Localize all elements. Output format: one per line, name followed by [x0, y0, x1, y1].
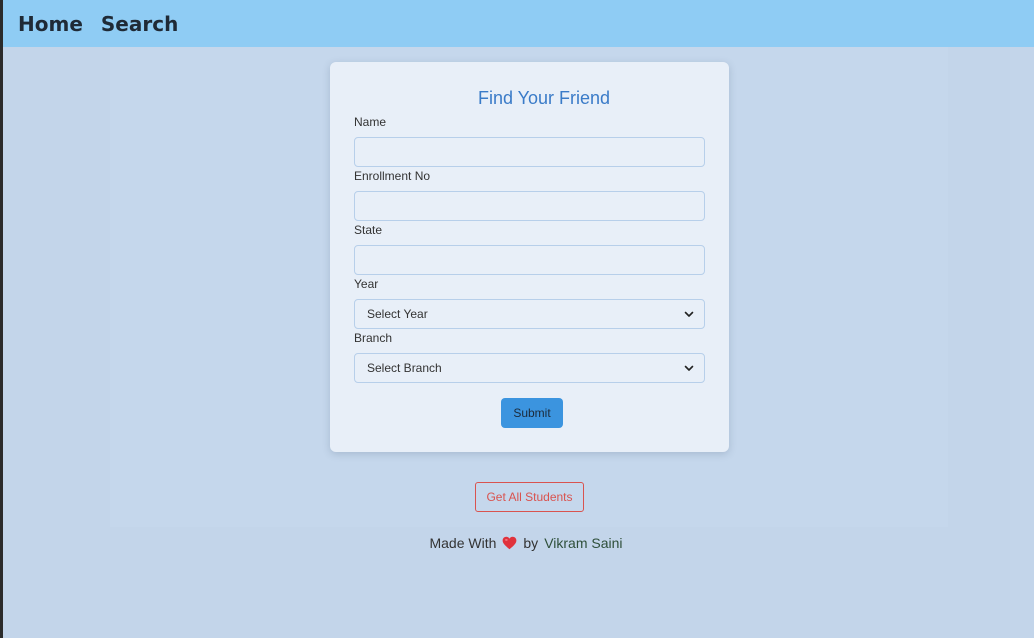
name-input[interactable]: [354, 137, 705, 167]
nav-search-link[interactable]: Search: [101, 12, 178, 36]
year-label: Year: [354, 277, 379, 291]
navbar: Home Search: [3, 0, 1034, 47]
footer: Made With by Vikram Saini: [0, 535, 1034, 551]
search-form-card: Find Your Friend Name Enrollment No Stat…: [330, 62, 729, 452]
branch-label: Branch: [354, 331, 393, 345]
year-select-value: Select Year: [367, 307, 428, 321]
footer-by: by: [523, 535, 539, 551]
chevron-down-icon: [684, 311, 694, 317]
submit-button[interactable]: Submit: [501, 398, 563, 428]
name-label: Name: [354, 115, 387, 129]
nav-home-link[interactable]: Home: [18, 12, 83, 36]
state-input[interactable]: [354, 245, 705, 275]
enrollment-label: Enrollment No: [354, 169, 431, 183]
branch-select[interactable]: Select Branch: [354, 353, 705, 383]
chevron-down-icon: [684, 365, 694, 371]
enrollment-input[interactable]: [354, 191, 705, 221]
state-label: State: [354, 223, 383, 237]
heart-icon: [503, 536, 517, 550]
form-title: Find Your Friend: [477, 88, 611, 108]
branch-select-value: Select Branch: [367, 361, 442, 375]
footer-made-with: Made With: [429, 535, 497, 551]
footer-author: Vikram Saini: [544, 535, 623, 551]
get-all-students-button[interactable]: Get All Students: [475, 482, 584, 512]
year-select[interactable]: Select Year: [354, 299, 705, 329]
